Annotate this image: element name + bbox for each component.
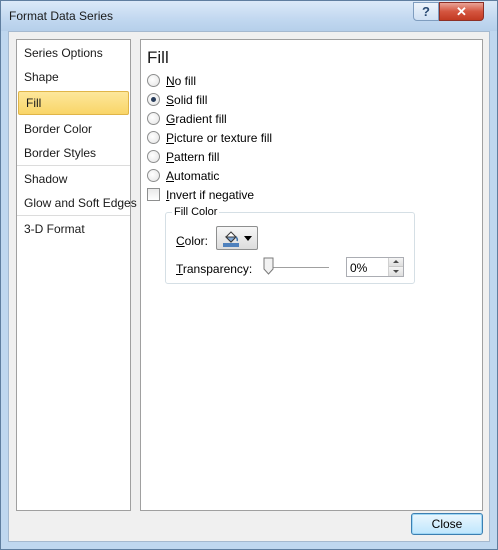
nav-item-shadow[interactable]: Shadow bbox=[17, 167, 130, 191]
transparency-slider-track[interactable] bbox=[269, 267, 329, 268]
color-picker-button[interactable] bbox=[216, 226, 258, 250]
nav-divider bbox=[17, 165, 130, 166]
radio-button[interactable] bbox=[147, 131, 160, 144]
transparency-label: Transparency: bbox=[176, 262, 253, 276]
checkbox[interactable] bbox=[147, 188, 160, 201]
window-close-button[interactable]: ✕ bbox=[439, 2, 484, 21]
transparency-slider-thumb[interactable] bbox=[263, 257, 274, 275]
transparency-value[interactable]: 0% bbox=[350, 260, 367, 276]
radio-button[interactable] bbox=[147, 169, 160, 182]
option-label: Automatic bbox=[166, 169, 220, 183]
dialog-body: Series Options Shape Fill Border Color B… bbox=[8, 31, 490, 542]
close-button[interactable]: Close bbox=[411, 513, 483, 535]
radio-button[interactable] bbox=[147, 112, 160, 125]
dropdown-arrow-icon bbox=[244, 236, 252, 241]
option-label: Pattern fill bbox=[166, 150, 220, 164]
option-label: No fill bbox=[166, 74, 197, 88]
nav-item-series-options[interactable]: Series Options bbox=[17, 41, 130, 65]
window-title: Format Data Series bbox=[9, 9, 114, 23]
spin-up-button[interactable] bbox=[389, 258, 403, 267]
color-swatch bbox=[223, 243, 239, 247]
radio-button-selected[interactable] bbox=[147, 93, 160, 106]
transparency-spinbox[interactable]: 0% bbox=[346, 257, 404, 277]
category-list: Series Options Shape Fill Border Color B… bbox=[16, 39, 137, 511]
title-bar: Format Data Series ? ✕ bbox=[1, 1, 497, 31]
nav-item-3d-format[interactable]: 3-D Format bbox=[17, 217, 130, 241]
format-data-series-dialog: Format Data Series ? ✕ Series Options Sh… bbox=[0, 0, 498, 550]
option-label: Picture or texture fill bbox=[166, 131, 273, 145]
fill-color-group: Fill Color Color: Transparency: 0% bbox=[165, 205, 415, 284]
spinner-buttons bbox=[388, 258, 403, 276]
nav-item-glow-soft-edges[interactable]: Glow and Soft Edges bbox=[17, 191, 137, 215]
radio-button[interactable] bbox=[147, 150, 160, 163]
radio-button[interactable] bbox=[147, 74, 160, 87]
group-title: Fill Color bbox=[172, 205, 220, 219]
nav-item-border-styles[interactable]: Border Styles bbox=[17, 141, 130, 165]
option-label: Solid fill bbox=[166, 93, 208, 107]
help-button[interactable]: ? bbox=[413, 2, 439, 21]
color-label: Color: bbox=[176, 234, 209, 248]
nav-item-fill[interactable]: Fill bbox=[18, 91, 129, 115]
nav-item-shape[interactable]: Shape bbox=[17, 65, 130, 89]
option-label: Gradient fill bbox=[166, 112, 227, 126]
nav-item-border-color[interactable]: Border Color bbox=[17, 117, 130, 141]
nav-divider bbox=[17, 215, 130, 216]
option-label: Invert if negative bbox=[166, 188, 255, 202]
pane-title: Fill bbox=[147, 48, 169, 67]
spin-down-button[interactable] bbox=[389, 267, 403, 276]
paint-bucket-icon bbox=[223, 231, 239, 247]
fill-pane: Fill No fill Solid fill Gradient fill Pi… bbox=[140, 39, 483, 511]
